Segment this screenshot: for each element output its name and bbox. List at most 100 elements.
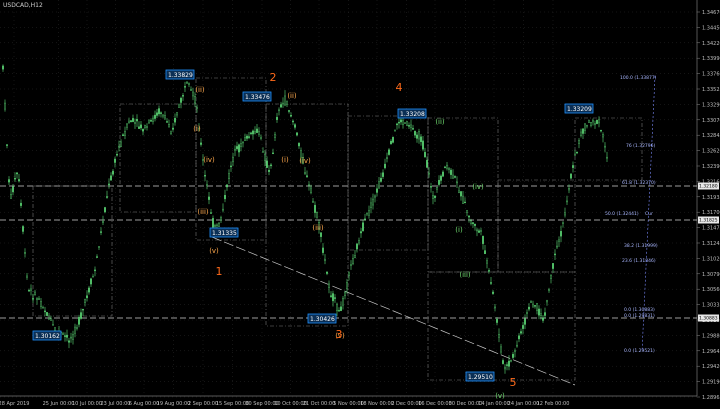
y-tick-label: 1.29645 (702, 349, 720, 355)
candle-body (254, 131, 256, 134)
candle-body (312, 200, 314, 203)
candle-body (6, 144, 8, 146)
candle-body (534, 305, 536, 307)
candle-body (436, 187, 438, 190)
candle-body (518, 335, 520, 340)
candle-body (148, 119, 150, 124)
candle-body (250, 132, 252, 135)
candle-body (458, 190, 460, 194)
candle-body (258, 130, 260, 135)
candle-body (576, 151, 578, 154)
candle-body (598, 119, 600, 124)
candle-body (212, 218, 214, 228)
candle-body (2, 65, 4, 70)
candle-body (222, 208, 224, 211)
candle-body (380, 177, 382, 182)
candle-body (266, 160, 268, 168)
candle-body (286, 100, 288, 105)
candle-body (570, 173, 572, 179)
candle-body (70, 336, 72, 339)
x-tick-label: 10 Jul 00:00 (72, 401, 102, 407)
price-label: 1.33476 (245, 94, 270, 101)
x-tick-label: 15 Sep 00:00 (216, 401, 249, 407)
candle-body (524, 318, 526, 325)
candle-body (350, 264, 352, 266)
fib-level-label: 61.8 (1.32370) (622, 180, 656, 186)
candle-body (506, 364, 508, 366)
candle-body (346, 282, 348, 289)
candle-body (376, 188, 378, 193)
candle-body (326, 271, 328, 274)
candle-body (292, 120, 294, 123)
wave-box (32, 185, 113, 317)
candle-body (12, 186, 14, 193)
price-chart[interactable]: USDCAD,H12 1.346701.344501.342201.339901… (0, 0, 720, 409)
candle-body (130, 120, 132, 123)
candle-body (340, 306, 342, 311)
candle-body (378, 181, 380, 189)
candle-body (438, 180, 440, 185)
candle-body (508, 360, 510, 367)
candle-body (592, 120, 594, 123)
candle-body (116, 154, 118, 156)
candle-body (152, 117, 154, 122)
candle-body (284, 95, 286, 106)
candle-body (162, 114, 164, 117)
y-tick-label: 1.29420 (702, 364, 720, 370)
y-tick-label: 1.33290 (702, 102, 720, 108)
candle-body (66, 334, 68, 338)
candle-body (342, 297, 344, 306)
candle-body (106, 196, 108, 198)
y-tick-label: 1.30335 (702, 303, 720, 309)
candle-body (562, 221, 564, 224)
candle-body (142, 129, 144, 132)
fib-level-label: 0.0 (1.29831) (624, 313, 655, 319)
x-tick-label: 2 Sep 00:00 (188, 401, 218, 407)
wave-label-minor: (iii) (197, 208, 209, 216)
y-tick-label: 1.30560 (702, 287, 720, 293)
candle-body (172, 127, 174, 130)
candle-body (494, 306, 496, 309)
candle-body (382, 172, 384, 177)
candle-body (394, 129, 396, 132)
candle-body (68, 340, 70, 343)
candle-body (510, 360, 512, 362)
y-tick-label: 1.31700 (702, 210, 720, 216)
candle-body (84, 299, 86, 303)
candle-body (582, 128, 584, 134)
candle-body (526, 312, 528, 314)
candle-body (414, 130, 416, 136)
candle-body (410, 124, 412, 128)
candle-body (188, 83, 190, 85)
candle-body (330, 295, 332, 297)
candle-body (278, 109, 280, 112)
candle-body (74, 326, 76, 334)
candle-body (306, 175, 308, 177)
candle-body (216, 224, 218, 227)
candle-body (588, 120, 590, 123)
candle-body (384, 163, 386, 169)
candle-body (100, 231, 102, 233)
candle-body (118, 145, 120, 148)
candle-body (160, 112, 162, 114)
candle-body (334, 297, 336, 299)
candle-body (102, 221, 104, 223)
candle-body (40, 301, 42, 307)
candles (2, 64, 608, 374)
candle-body (480, 230, 482, 232)
candle-body (310, 187, 312, 193)
candle-body (146, 126, 148, 128)
candle-body (450, 169, 452, 175)
candle-body (336, 303, 338, 312)
wave-label-minor: (i) (281, 156, 289, 164)
candle-body (498, 334, 500, 338)
chart-canvas[interactable]: 1.34670 1.34450 1.34220 1.33990 1.33760 1.335… (0, 0, 720, 409)
candle-body (488, 270, 490, 272)
candle-body (276, 116, 278, 120)
wave-label-major: 5 (510, 376, 517, 389)
y-tick-label: 1.33525 (702, 87, 720, 93)
candle-body (186, 81, 188, 84)
candle-body (478, 230, 480, 233)
candle-body (398, 121, 400, 124)
candle-body (472, 222, 474, 224)
